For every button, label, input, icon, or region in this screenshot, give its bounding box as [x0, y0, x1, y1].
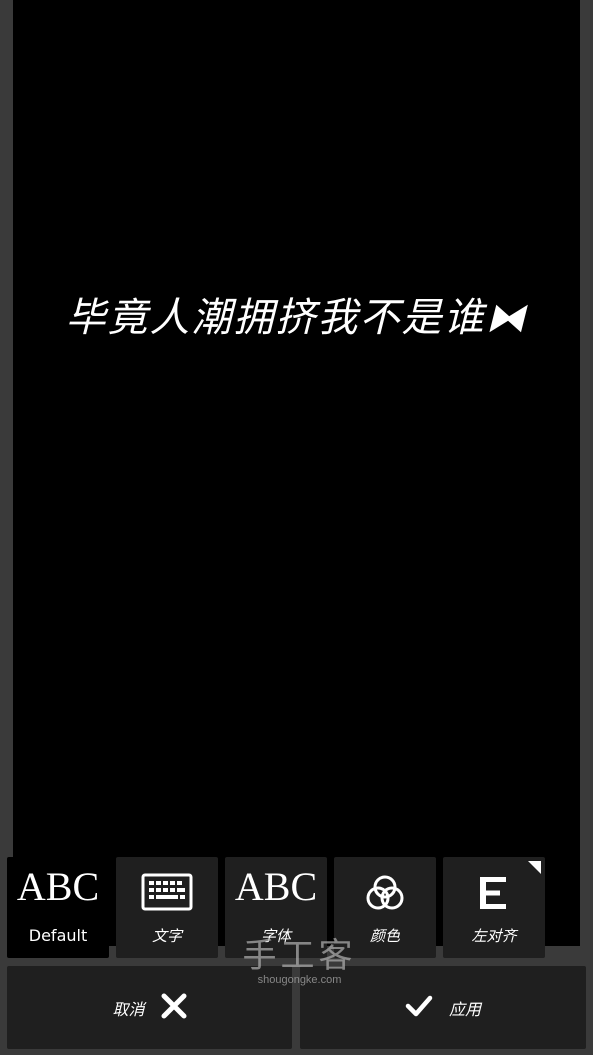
align-label: 左对齐: [471, 927, 517, 945]
font-button[interactable]: ABC 字体: [225, 857, 327, 958]
apply-button[interactable]: 应用: [300, 966, 586, 1049]
color-circles-icon: [363, 873, 407, 917]
color-button[interactable]: 颜色: [334, 857, 436, 958]
dropdown-corner-indicator: [528, 861, 541, 874]
align-left-icon: [476, 875, 512, 915]
font-label: 字体: [260, 927, 291, 945]
align-button[interactable]: 左对齐: [443, 857, 545, 958]
apply-label: 应用: [448, 999, 481, 1019]
close-icon: [161, 993, 187, 1023]
keyboard-label: 文字: [151, 927, 182, 945]
default-style-button[interactable]: ABC Default: [7, 857, 109, 958]
cancel-label: 取消: [112, 999, 145, 1019]
keyboard-button[interactable]: 文字: [116, 857, 218, 958]
checkmark-icon: [405, 994, 433, 1022]
overlay-text[interactable]: 毕竟人潮拥挤我不是谁⧓: [13, 285, 580, 343]
font-sample: ABC: [234, 864, 318, 909]
image-canvas[interactable]: 毕竟人潮拥挤我不是谁⧓: [13, 0, 580, 946]
default-style-sample: ABC: [16, 864, 100, 909]
default-style-label: Default: [28, 926, 88, 945]
keyboard-icon: [141, 873, 193, 915]
cancel-button[interactable]: 取消: [7, 966, 292, 1049]
color-label: 颜色: [369, 927, 400, 945]
